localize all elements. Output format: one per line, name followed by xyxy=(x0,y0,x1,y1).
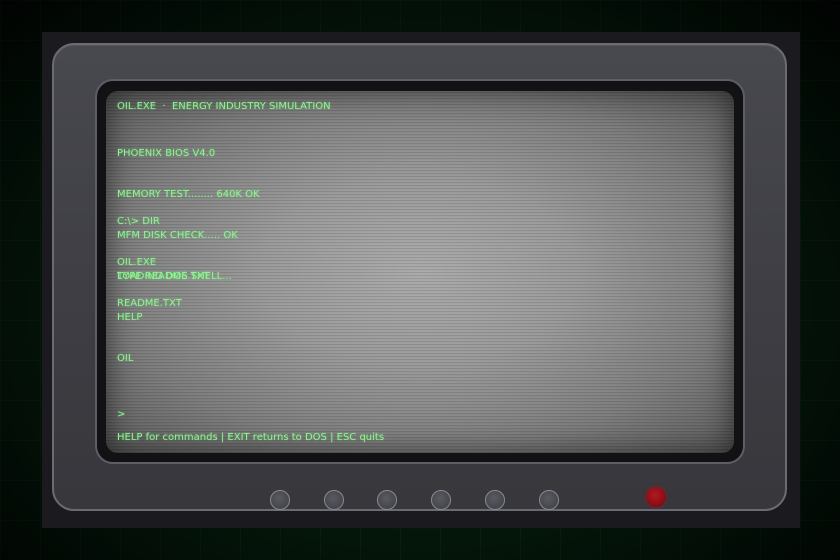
dir-command: C:\> DIR xyxy=(117,216,160,228)
monitor-knob-6[interactable] xyxy=(539,490,559,510)
monitor-knob-4[interactable] xyxy=(431,490,451,510)
crt-screen[interactable]: OIL.EXE · ENERGY INDUSTRY SIMULATION PHO… xyxy=(106,91,734,453)
boot-line: PHOENIX BIOS V4.0 xyxy=(117,148,216,160)
monitor-knob-3[interactable] xyxy=(377,490,397,510)
readme-line: HELP xyxy=(117,311,143,323)
monitor-knob-2[interactable] xyxy=(324,490,344,510)
monitor-knob-1[interactable] xyxy=(270,490,290,510)
monitor-knob-5[interactable] xyxy=(485,490,505,510)
status-bar: HELP for commands | EXIT returns to DOS … xyxy=(117,432,385,443)
readme-line: OIL xyxy=(117,352,134,364)
program-title: OIL.EXE · ENERGY INDUSTRY SIMULATION xyxy=(117,101,331,112)
readme-line: TYPE README.TXT xyxy=(117,271,210,283)
command-prompt[interactable]: > xyxy=(117,408,125,422)
readme-output: TYPE README.TXT HELP OIL xyxy=(117,243,210,393)
power-led-icon xyxy=(646,487,666,507)
